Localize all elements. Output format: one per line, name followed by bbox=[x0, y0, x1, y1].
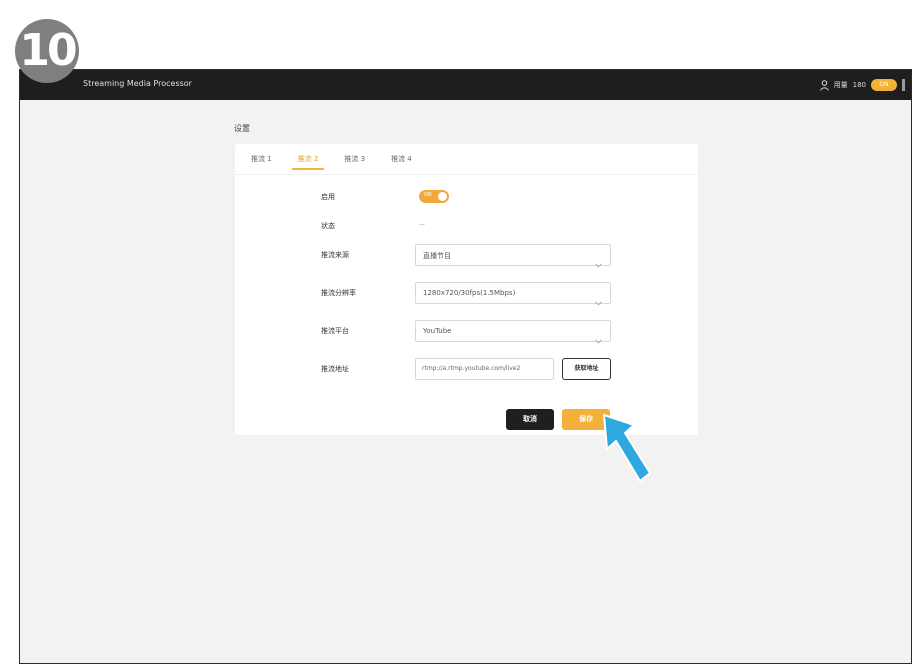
toggle-knob bbox=[438, 192, 447, 201]
status-text: 180 bbox=[852, 81, 866, 89]
resolution-select-value: 1280x720/30fps(1.5Mbps) bbox=[423, 289, 516, 297]
resolution-select[interactable]: 1280x720/30fps(1.5Mbps) bbox=[415, 282, 611, 306]
platform-select-value: YouTube bbox=[423, 327, 452, 335]
user-label[interactable]: 用量 bbox=[834, 80, 848, 90]
chevron-down-icon bbox=[595, 291, 602, 310]
url-label: 推流地址 bbox=[321, 365, 349, 373]
enable-toggle[interactable]: ON bbox=[419, 190, 449, 203]
platform-label: 推流平台 bbox=[321, 327, 349, 335]
tab-stream-2[interactable]: 推流 2 bbox=[291, 152, 325, 172]
topbar-edge-divider bbox=[902, 79, 905, 91]
tab-stream-3[interactable]: 推流 3 bbox=[338, 152, 371, 172]
status-value: — bbox=[419, 221, 425, 228]
cancel-button[interactable]: 取消 bbox=[506, 409, 554, 430]
app-window: Streaming Media Processor 用量 180 ON 设置 推… bbox=[19, 69, 912, 664]
tab-stream-1[interactable]: 推流 1 bbox=[245, 152, 278, 172]
platform-select[interactable]: YouTube bbox=[415, 320, 611, 344]
toggle-text: ON bbox=[424, 192, 432, 198]
enable-label: 启用 bbox=[321, 193, 335, 201]
user-icon[interactable] bbox=[819, 79, 829, 91]
chevron-down-icon bbox=[595, 329, 602, 348]
step-number-badge: 10 bbox=[15, 19, 79, 83]
url-input[interactable]: rtmp://a.rtmp.youtube.com/live2 bbox=[415, 358, 554, 380]
source-select-value: 直播节目 bbox=[423, 252, 451, 260]
source-label: 推流来源 bbox=[321, 251, 349, 259]
chevron-down-icon bbox=[595, 253, 602, 272]
top-navigation-bar: Streaming Media Processor 用量 180 ON bbox=[20, 70, 911, 100]
tab-stream-4[interactable]: 推流 4 bbox=[385, 152, 418, 172]
topbar-actions: 用量 180 ON bbox=[819, 77, 905, 93]
resolution-label: 推流分辨率 bbox=[321, 289, 356, 297]
tab-divider bbox=[235, 174, 698, 175]
stream-tabs: 推流 1 推流 2 推流 3 推流 4 bbox=[245, 152, 432, 172]
source-select[interactable]: 直播节目 bbox=[415, 244, 611, 268]
settings-card: 推流 1 推流 2 推流 3 推流 4 启用 ON 状态 — 推流来源 直播节目… bbox=[235, 144, 698, 435]
app-title: Streaming Media Processor bbox=[83, 79, 192, 88]
status-pill[interactable]: ON bbox=[871, 79, 897, 91]
get-url-button[interactable]: 获取地址 bbox=[562, 358, 611, 380]
pointer-arrow-icon bbox=[598, 413, 654, 489]
status-label: 状态 bbox=[321, 222, 335, 230]
page-title: 设置 bbox=[234, 124, 250, 133]
